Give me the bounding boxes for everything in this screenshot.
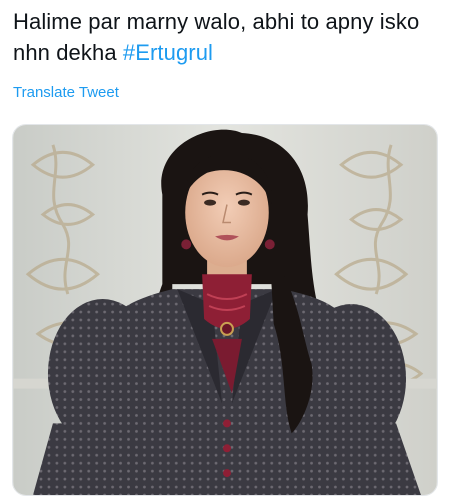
photo-of-woman-icon [13,125,437,495]
hashtag-link[interactable]: #Ertugrul [123,40,213,65]
tweet-body-text: Halime par marny walo, abhi to apny isko… [13,9,420,65]
translate-tweet-link[interactable]: Translate Tweet [13,84,119,101]
tweet-text: Halime par marny walo, abhi to apny isko… [13,6,438,68]
tweet-card: Halime par marny walo, abhi to apny isko… [0,0,450,502]
tweet-photo[interactable] [12,124,438,496]
